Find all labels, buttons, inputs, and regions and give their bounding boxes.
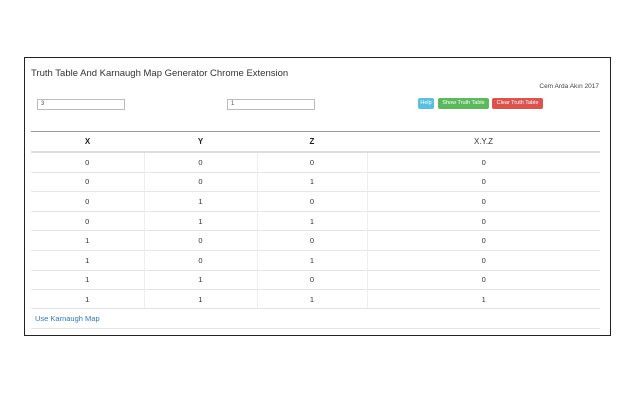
cell-x: 0 — [31, 171, 144, 192]
table-row: 1 1 0 0 — [31, 269, 600, 290]
use-karnaugh-map-link[interactable]: Use Karnaugh Map — [35, 314, 100, 323]
cell-y: 1 — [143, 269, 257, 290]
cell-y: 0 — [143, 249, 257, 271]
outputs-count-input[interactable]: 1 — [227, 99, 315, 110]
cell-x: 0 — [31, 151, 144, 173]
cell-z: 1 — [256, 289, 367, 309]
cell-z: 0 — [256, 230, 367, 251]
column-header-output: X.Y.Z — [367, 131, 600, 153]
help-button[interactable]: Help — [418, 98, 434, 109]
cell-y: 0 — [143, 171, 257, 192]
truth-table: X Y Z X.Y.Z 0 0 0 0 0 0 1 0 0 1 0 0 0 1 … — [31, 131, 600, 309]
table-row: 0 0 0 0 — [31, 151, 600, 173]
cell-x: 1 — [31, 249, 144, 271]
cell-x: 0 — [31, 210, 144, 231]
table-row: 0 0 1 0 — [31, 171, 600, 192]
cell-y: 0 — [143, 151, 257, 173]
cell-z: 0 — [256, 151, 367, 173]
table-header-row: X Y Z X.Y.Z — [31, 131, 600, 153]
table-row: 0 1 1 0 — [31, 210, 600, 231]
cell-output[interactable]: 0 — [366, 249, 600, 271]
cell-x: 1 — [31, 289, 144, 309]
cell-output[interactable]: 0 — [366, 151, 600, 173]
extension-panel: Truth Table And Karnaugh Map Generator C… — [24, 57, 611, 336]
cell-z: 0 — [256, 269, 367, 290]
cell-output[interactable]: 0 — [366, 269, 600, 290]
table-row: 1 1 1 1 — [31, 289, 600, 309]
cell-z: 1 — [256, 249, 367, 271]
author-credit: Cem Arda Akın 2017 — [539, 83, 599, 90]
karnaugh-map-section: Use Karnaugh Map — [31, 308, 600, 329]
cell-y: 1 — [143, 191, 257, 212]
cell-output[interactable]: 0 — [366, 171, 600, 192]
clear-truth-table-button[interactable]: Clear Truth Table — [492, 98, 543, 109]
cell-output[interactable]: 0 — [366, 191, 600, 212]
show-truth-table-button[interactable]: Show Truth Table — [438, 98, 489, 109]
table-row: 1 0 0 0 — [31, 230, 600, 251]
cell-x: 1 — [31, 230, 144, 251]
cell-y: 1 — [143, 210, 257, 231]
page-title: Truth Table And Karnaugh Map Generator C… — [31, 68, 289, 79]
cell-output[interactable]: 0 — [366, 210, 600, 231]
cell-output[interactable]: 1 — [366, 289, 600, 309]
column-header-z: Z — [257, 131, 367, 153]
variables-count-input[interactable]: 3 — [37, 99, 125, 110]
column-header-y: Y — [144, 131, 257, 153]
cell-z: 0 — [256, 191, 367, 212]
table-row: 1 0 1 0 — [31, 249, 600, 271]
cell-y: 0 — [143, 230, 257, 251]
cell-x: 1 — [31, 269, 144, 290]
cell-z: 1 — [256, 210, 367, 231]
column-header-x: X — [31, 131, 144, 153]
table-row: 0 1 0 0 — [31, 191, 600, 212]
cell-y: 1 — [143, 289, 257, 309]
cell-z: 1 — [256, 171, 367, 192]
cell-output[interactable]: 0 — [366, 230, 600, 251]
cell-x: 0 — [31, 191, 144, 212]
